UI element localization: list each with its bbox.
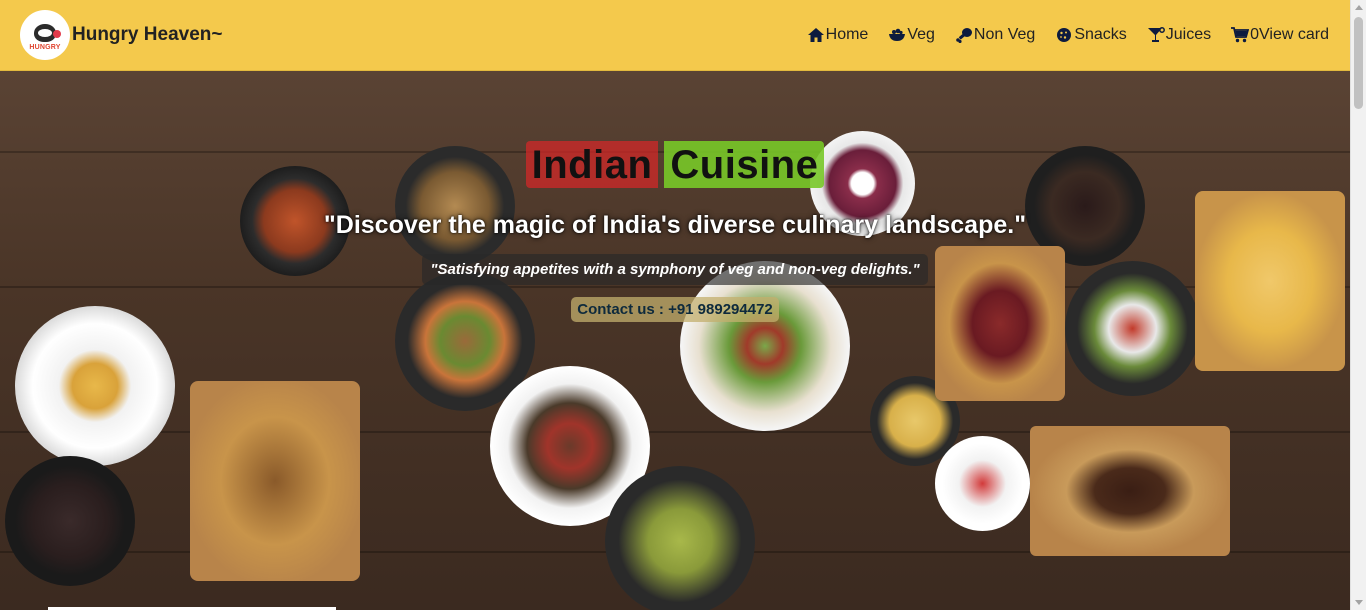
nav-veg[interactable]: Veg [888,26,935,44]
nav-veg-label: Veg [907,26,935,43]
bowl-icon [888,26,906,44]
contact-wrap: Contact us : +91 989294472 [0,297,1350,322]
contact-info: Contact us : +91 989294472 [571,297,779,322]
nav-snacks-label: Snacks [1074,26,1127,43]
nav-view-cart[interactable]: 0View card [1231,26,1329,44]
headline-word-cuisine: Cuisine [664,141,825,188]
hero-subtagline: "Satisfying appetites with a symphony of… [422,254,928,285]
drumstick-icon [955,26,973,44]
nav-links: Home Veg Non Veg Snacks Juices 0View car… [807,26,1329,44]
scroll-up-arrow-icon[interactable] [1355,5,1363,10]
nav-non-veg-label: Non Veg [973,26,1036,43]
brand-title[interactable]: Hungry Heaven~ [72,24,222,46]
nav-snacks[interactable]: Snacks [1055,26,1127,44]
hero-headline: Indian Cuisine [0,141,1350,188]
scrollbar-thumb[interactable] [1354,17,1363,109]
cocktail-icon [1147,26,1165,44]
nav-view-cart-label: 0View card [1250,26,1329,43]
scroll-down-arrow-icon[interactable] [1355,600,1363,605]
nav-non-veg[interactable]: Non Veg [955,26,1035,44]
logo-text: HUNGRY [29,43,61,51]
hero-tagline: "Discover the magic of India's diverse c… [323,211,1027,239]
page-scrollbar[interactable] [1350,0,1366,610]
home-icon [807,26,825,44]
logo-mascot-icon [34,23,61,42]
nav-juices[interactable]: Juices [1147,26,1211,44]
headline-word-indian: Indian [525,141,659,188]
hero-subtagline-wrap: "Satisfying appetites with a symphony of… [0,254,1350,285]
brand-logo[interactable]: HUNGRY [20,10,70,60]
hero-banner: Indian Cuisine "Discover the magic of In… [0,71,1350,610]
cart-icon [1231,26,1250,44]
nav-home-label: Home [825,26,869,43]
navbar: HUNGRY Hungry Heaven~ Home Veg Non Veg S… [0,0,1350,71]
nav-home[interactable]: Home [807,26,869,44]
brand[interactable]: HUNGRY Hungry Heaven~ [20,10,222,60]
nav-juices-label: Juices [1165,26,1212,43]
cookie-icon [1055,26,1073,44]
hero-content: Indian Cuisine "Discover the magic of In… [0,71,1350,610]
